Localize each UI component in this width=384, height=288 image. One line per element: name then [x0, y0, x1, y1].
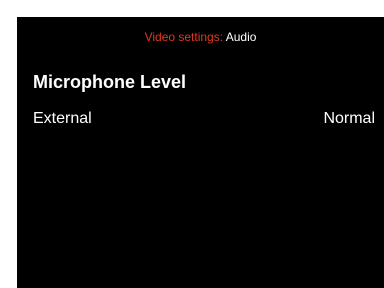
- setting-row-external[interactable]: External Normal: [17, 105, 384, 131]
- menu-header-page: Audio: [225, 30, 257, 44]
- menu-header-prefix: Video settings:: [144, 30, 224, 44]
- setting-label: External: [33, 110, 92, 127]
- section-title: Microphone Level: [33, 72, 187, 92]
- setting-value[interactable]: Normal: [323, 109, 375, 129]
- camera-menu-screen: Video settings: Audio Microphone Level E…: [17, 17, 384, 288]
- menu-header: Video settings: Audio: [17, 29, 384, 45]
